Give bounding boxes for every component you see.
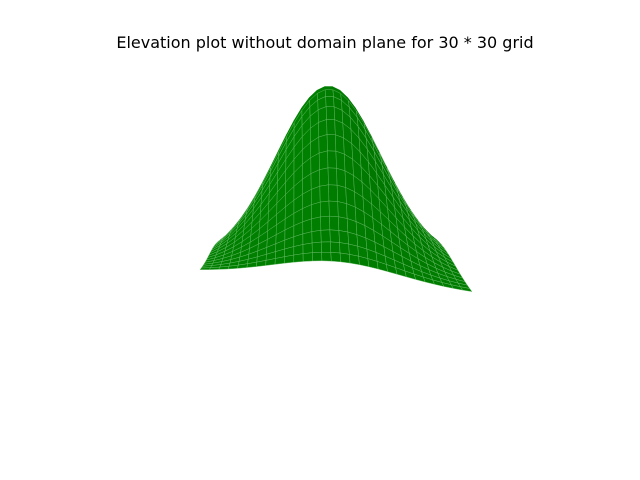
surface-facet [337,201,348,219]
surface-facet [302,242,313,254]
surface-facet [349,254,360,265]
figure: Elevation plot without domain plane for … [0,0,640,480]
surface-facet [302,252,313,262]
surface-facet [199,267,211,270]
surface-facet [329,215,340,231]
surface-facet [311,185,321,205]
surface-facet [321,241,332,253]
surface-facet [321,252,332,262]
surface-facet [338,230,349,245]
surface-facet [326,134,337,152]
surface-facet [324,89,334,97]
surface-facet [209,266,221,270]
surface-facet [302,231,313,245]
surface-mesh [199,86,473,292]
surface-facet [339,242,350,255]
surface-facet [311,241,322,253]
surface-facet [318,134,328,154]
surface-facet [330,252,341,263]
surface-facet [320,215,331,231]
surface-facet [293,244,304,256]
surface-facet [339,252,351,264]
surface-facet [330,241,341,254]
surface-facet [335,150,346,172]
surface-facet [328,200,339,217]
surface-facet [327,167,338,186]
surface-facet [325,106,335,120]
surface-facet [312,252,323,262]
surface-facet [319,167,329,187]
surface-facet [338,216,349,233]
surface-facet [311,216,322,232]
surface-facet [336,167,346,188]
surface-facet [328,184,338,202]
surface-facet [336,184,347,204]
surface-facet [320,229,331,243]
surface-facet [319,184,330,203]
surface-facet [325,96,335,108]
surface-facet [327,150,337,169]
surface-facet [311,201,321,220]
surface-facet [293,253,304,263]
surface-facet [319,200,330,218]
surface-plot [199,86,473,292]
surface-facet [318,150,329,170]
surface-facet [335,134,345,155]
surface-facet [318,119,328,138]
surface-facet [284,254,295,264]
surface-facet [329,229,340,243]
surface-facet [311,230,322,244]
surface-facet [326,119,336,135]
